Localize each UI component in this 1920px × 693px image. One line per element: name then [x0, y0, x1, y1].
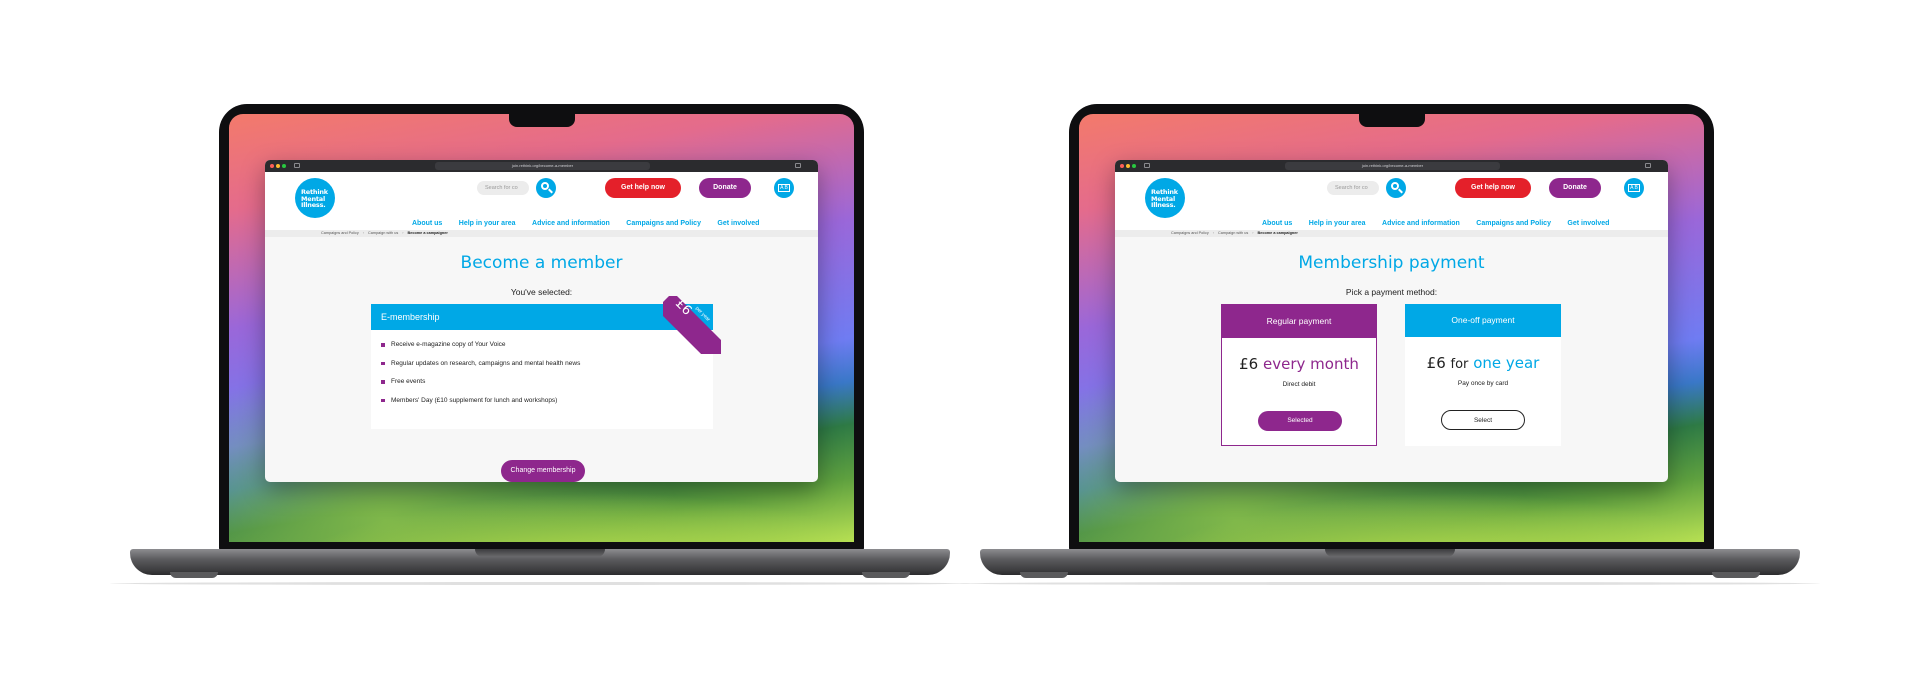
camera-notch — [508, 114, 575, 127]
close-window-icon[interactable] — [270, 164, 274, 168]
page-content: Become a member You've selected: E-membe… — [265, 237, 818, 482]
payment-subtitle: Pick a payment method: — [1345, 287, 1438, 297]
breadcrumb: Campaigns and Policy › Campaign with us › Be… — [1115, 230, 1668, 237]
benefit-item: Members' Day (£10 supplement for lunch a… — [381, 397, 713, 416]
one-off-payment-note: Pay once by card — [1457, 380, 1509, 387]
maximize-window-icon[interactable] — [282, 164, 286, 168]
close-window-icon[interactable] — [1120, 164, 1124, 168]
sidebar-icon[interactable] — [294, 163, 300, 168]
maximize-window-icon[interactable] — [1132, 164, 1136, 168]
browser-titlebar: join.rethink.org/become-a-member — [265, 160, 818, 172]
search-button[interactable] — [1386, 178, 1406, 198]
breadcrumb-current: Become a campaigner — [407, 231, 448, 235]
one-off-payment-title: One-off payment — [1405, 304, 1561, 337]
minimize-window-icon[interactable] — [1126, 164, 1130, 168]
regular-payment-title: Regular payment — [1222, 305, 1376, 338]
get-help-now-button[interactable]: Get help now — [605, 178, 681, 198]
nav-get-involved[interactable]: Get involved — [1567, 220, 1609, 227]
rethink-logo[interactable]: Rethink Mental Illness. — [295, 178, 335, 218]
laptop-base — [130, 549, 950, 575]
one-off-payment-card[interactable]: One-off payment £6 for one year Pay once… — [1405, 304, 1561, 446]
breadcrumb-item[interactable]: Campaign with us — [1218, 231, 1248, 235]
regular-payment-card[interactable]: Regular payment £6 every month Direct de… — [1221, 304, 1377, 446]
nav-get-involved[interactable]: Get involved — [717, 220, 759, 227]
tabs-icon[interactable] — [795, 163, 801, 168]
accessibility-button[interactable]: A B — [1624, 178, 1644, 198]
donate-button[interactable]: Donate — [1549, 178, 1601, 198]
laptop-lid: join.rethink.org/become-a-member Rethink… — [219, 104, 864, 552]
nav-advice-and-information[interactable]: Advice and information — [1382, 220, 1460, 227]
breadcrumb-current: Become a campaigner — [1257, 231, 1298, 235]
breadcrumb-item[interactable]: Campaign with us — [368, 231, 398, 235]
laptop-screen: join.rethink.org/become-a-member Rethink… — [1079, 114, 1704, 542]
search-input[interactable]: Search for co — [477, 181, 529, 195]
laptop-screen: join.rethink.org/become-a-member Rethink… — [229, 114, 854, 542]
main-nav: About us Help in your area Advice and in… — [1262, 212, 1621, 227]
benefits-list: Receive e-magazine copy of Your Voice Re… — [371, 330, 713, 415]
price-ribbon: £6 per year — [663, 296, 721, 354]
laptop-lid: join.rethink.org/become-a-member Rethink… — [1069, 104, 1714, 552]
search-button[interactable] — [536, 178, 556, 198]
breadcrumb: Campaigns and Policy › Campaign with us › Be… — [265, 230, 818, 237]
tabs-icon[interactable] — [1645, 163, 1651, 168]
address-bar[interactable]: join.rethink.org/become-a-member — [435, 162, 650, 170]
page-title: Membership payment — [1298, 253, 1485, 273]
nav-campaigns-and-policy[interactable]: Campaigns and Policy — [1476, 220, 1551, 227]
laptop-base — [980, 549, 1800, 575]
membership-card: E-membership Receive e-magazine copy of … — [371, 304, 713, 429]
address-bar[interactable]: join.rethink.org/become-a-member — [1285, 162, 1500, 170]
laptop-left: join.rethink.org/become-a-member Rethink… — [110, 104, 970, 594]
selected-button[interactable]: Selected — [1258, 411, 1342, 431]
get-help-now-button[interactable]: Get help now — [1455, 178, 1531, 198]
nav-help-in-your-area[interactable]: Help in your area — [1309, 220, 1366, 227]
accessibility-button[interactable]: A B — [774, 178, 794, 198]
sidebar-icon[interactable] — [1144, 163, 1150, 168]
selection-subtitle: You've selected: — [510, 287, 573, 297]
page-title: Become a member — [460, 253, 623, 273]
nav-advice-and-information[interactable]: Advice and information — [532, 220, 610, 227]
minimize-window-icon[interactable] — [276, 164, 280, 168]
page-content: Membership payment Pick a payment method… — [1115, 237, 1668, 482]
browser-titlebar: join.rethink.org/become-a-member — [1115, 160, 1668, 172]
one-off-payment-price: £6 for one year — [1426, 354, 1540, 372]
breadcrumb-item[interactable]: Campaigns and Policy — [321, 231, 359, 235]
laptop-right: join.rethink.org/become-a-member Rethink… — [960, 104, 1820, 594]
search-input[interactable]: Search for co — [1327, 181, 1379, 195]
nav-about-us[interactable]: About us — [1262, 220, 1292, 227]
rethink-logo[interactable]: Rethink Mental Illness. — [1145, 178, 1185, 218]
regular-payment-price: £6 every month — [1239, 355, 1359, 373]
nav-about-us[interactable]: About us — [412, 220, 442, 227]
benefit-item: Free events — [381, 378, 713, 397]
nav-campaigns-and-policy[interactable]: Campaigns and Policy — [626, 220, 701, 227]
nav-help-in-your-area[interactable]: Help in your area — [459, 220, 516, 227]
browser-window: join.rethink.org/become-a-member Rethink… — [265, 160, 818, 482]
breadcrumb-item[interactable]: Campaigns and Policy — [1171, 231, 1209, 235]
donate-button[interactable]: Donate — [699, 178, 751, 198]
browser-window: join.rethink.org/become-a-member Rethink… — [1115, 160, 1668, 482]
regular-payment-note: Direct debit — [1282, 381, 1316, 388]
site-header: Rethink Mental Illness. Search for co Ge… — [265, 172, 818, 230]
membership-card-title: E-membership — [371, 304, 713, 330]
benefit-item: Regular updates on research, campaigns a… — [381, 360, 713, 379]
site-header: Rethink Mental Illness. Search for co Ge… — [1115, 172, 1668, 230]
main-nav: About us Help in your area Advice and in… — [412, 212, 771, 227]
camera-notch — [1358, 114, 1425, 127]
select-button[interactable]: Select — [1441, 410, 1525, 430]
change-membership-button[interactable]: Change membership — [501, 460, 585, 482]
